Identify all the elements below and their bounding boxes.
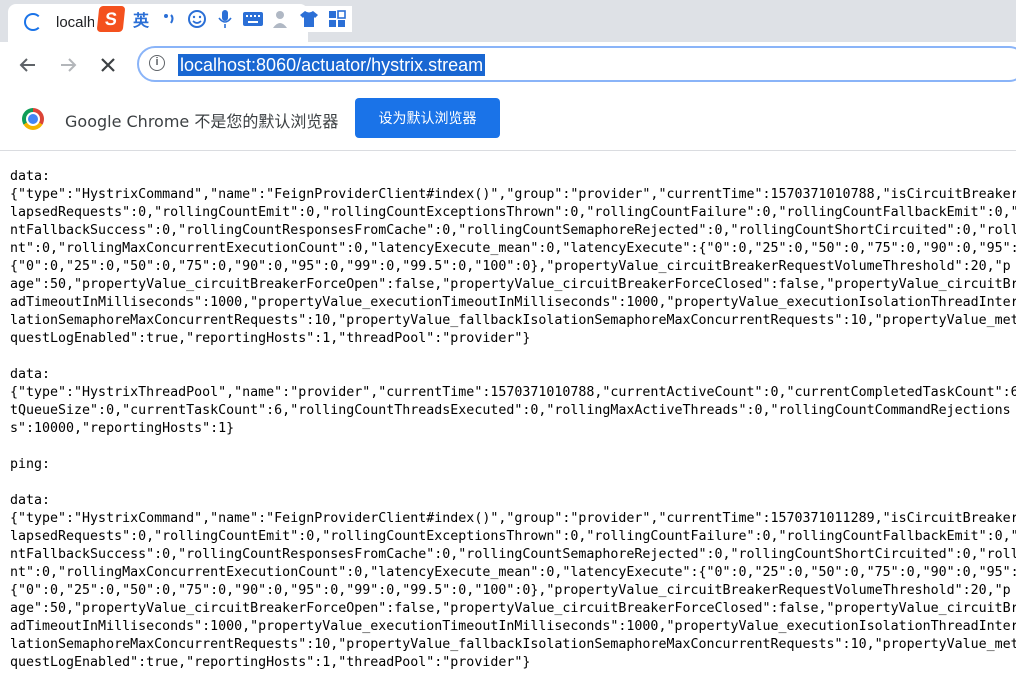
stream-content: data: {"type":"HystrixCommand","name":"Fe… bbox=[10, 168, 1016, 672]
stream-line: data: bbox=[10, 367, 51, 382]
browser-toolbar: i localhost:8060/actuator/hystrix.stream bbox=[0, 42, 1016, 88]
url-text[interactable]: localhost:8060/actuator/hystrix.stream bbox=[178, 54, 486, 76]
ime-toolbar: S 英 bbox=[94, 6, 352, 32]
default-browser-infobar: Google Chrome 不是您的默认浏览器 设为默认浏览器 bbox=[0, 88, 1016, 151]
stream-line bbox=[10, 474, 1016, 492]
stream-line: lapsedRequests":0,"rollingCountEmit":0,"… bbox=[10, 529, 1016, 544]
sogou-logo-icon[interactable]: S bbox=[96, 6, 126, 32]
stream-line bbox=[10, 348, 1016, 366]
stream-line: {"type":"HystrixCommand","name":"FeignPr… bbox=[10, 187, 1016, 202]
back-icon[interactable] bbox=[16, 53, 40, 77]
address-bar[interactable]: i localhost:8060/actuator/hystrix.stream bbox=[137, 46, 1016, 82]
mic-icon[interactable] bbox=[214, 8, 236, 30]
stream-line: data: bbox=[10, 169, 51, 184]
stream-line: lationSemaphoreMaxConcurrentRequests":10… bbox=[10, 637, 1016, 652]
stream-line: adTimeoutInMilliseconds":1000,"propertyV… bbox=[10, 619, 1016, 634]
site-info-icon[interactable]: i bbox=[149, 55, 165, 71]
stream-line: lapsedRequests":0,"rollingCountEmit":0,"… bbox=[10, 205, 1016, 220]
stream-line: questLogEnabled":true,"reportingHosts":1… bbox=[10, 331, 531, 346]
tab-title: localh bbox=[56, 14, 96, 31]
stream-line: ntFallbackSuccess":0,"rollingCountRespon… bbox=[10, 223, 1016, 238]
stream-line: {"0":0,"25":0,"50":0,"75":0,"90":0,"95":… bbox=[10, 259, 1011, 274]
stream-line: age":50,"propertyValue_circuitBreakerFor… bbox=[10, 601, 1016, 616]
forward-icon[interactable] bbox=[56, 53, 80, 77]
infobar-message: Google Chrome 不是您的默认浏览器 bbox=[65, 112, 339, 131]
punct-icon[interactable] bbox=[158, 8, 180, 30]
stream-line: adTimeoutInMilliseconds":1000,"propertyV… bbox=[10, 295, 1016, 310]
stop-loading-icon[interactable] bbox=[96, 53, 120, 77]
loading-spinner-icon bbox=[24, 13, 42, 31]
emoji-icon[interactable] bbox=[186, 8, 208, 30]
ime-lang-toggle[interactable]: 英 bbox=[130, 8, 152, 30]
tab-strip: localh S 英 bbox=[0, 0, 1016, 42]
stream-line bbox=[10, 438, 1016, 456]
stream-line: {"type":"HystrixThreadPool","name":"prov… bbox=[10, 385, 1016, 400]
stream-line: nt":0,"rollingMaxConcurrentExecutionCoun… bbox=[10, 241, 1016, 256]
stream-line: nt":0,"rollingMaxConcurrentExecutionCoun… bbox=[10, 565, 1016, 580]
stream-line: {"type":"HystrixCommand","name":"FeignPr… bbox=[10, 511, 1016, 526]
set-default-browser-button[interactable]: 设为默认浏览器 bbox=[355, 98, 500, 138]
stream-line: ping: bbox=[10, 457, 51, 472]
grid-icon[interactable] bbox=[326, 8, 348, 30]
keyboard-icon[interactable] bbox=[242, 8, 264, 30]
chrome-logo-icon bbox=[22, 108, 44, 130]
stream-line: s":10000,"reportingHosts":1} bbox=[10, 421, 235, 436]
stream-line: age":50,"propertyValue_circuitBreakerFor… bbox=[10, 277, 1016, 292]
shirt-icon[interactable] bbox=[298, 8, 320, 30]
stream-line: questLogEnabled":true,"reportingHosts":1… bbox=[10, 655, 531, 670]
stream-line: ntFallbackSuccess":0,"rollingCountRespon… bbox=[10, 547, 1016, 562]
stream-line: lationSemaphoreMaxConcurrentRequests":10… bbox=[10, 313, 1016, 328]
user-icon[interactable] bbox=[270, 8, 292, 30]
stream-line: tQueueSize":0,"currentTaskCount":6,"roll… bbox=[10, 403, 1011, 418]
stream-line: {"0":0,"25":0,"50":0,"75":0,"90":0,"95":… bbox=[10, 583, 1011, 598]
stream-line: data: bbox=[10, 493, 51, 508]
